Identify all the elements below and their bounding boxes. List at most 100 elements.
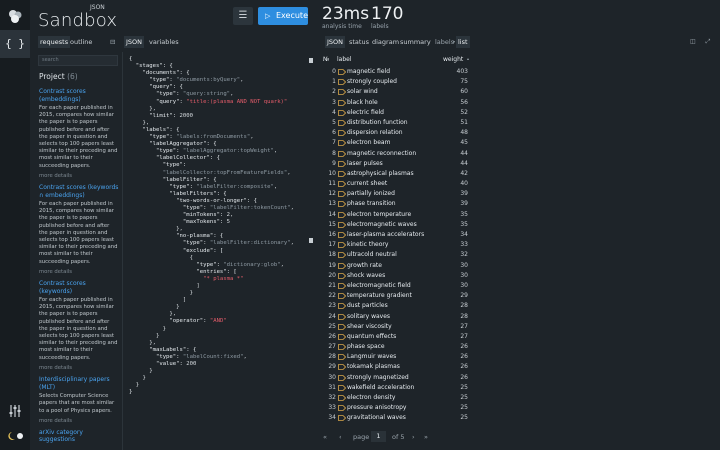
tag-icon (338, 313, 346, 320)
table-row[interactable]: 31 wakefield acceleration 25 (322, 383, 672, 393)
theme-toggle-icon[interactable] (7, 431, 25, 441)
row-number: 21 (328, 281, 336, 289)
table-row[interactable]: 10 astrophysical plasmas 42 (322, 169, 672, 179)
column-label[interactable]: label (337, 56, 352, 63)
execute-label: Execute (276, 11, 308, 20)
tab-diagram[interactable]: diagram (370, 36, 401, 48)
tab-status[interactable]: status (347, 36, 371, 48)
table-row[interactable]: 15 electromagnetic waves 35 (322, 220, 672, 230)
execute-button[interactable]: ▷ Execute (258, 7, 308, 25)
project-title[interactable]: Interdisciplinary papers (MLT) (39, 376, 119, 391)
project-list: Contrast scores (embeddings) For each pa… (39, 88, 119, 447)
table-row[interactable]: 24 solitary waves 28 (322, 312, 672, 322)
table-row[interactable]: 4 electric field 52 (322, 108, 672, 118)
table-row[interactable]: 18 ultracold neutral 32 (322, 250, 672, 260)
tab-summary[interactable]: summary (398, 36, 433, 48)
column-weight[interactable]: weight (443, 56, 463, 63)
tag-icon (338, 211, 346, 218)
table-row[interactable]: 23 dust particles 28 (322, 301, 672, 311)
table-row[interactable]: 32 electron density 25 (322, 393, 672, 403)
code-braces-icon[interactable]: { } (0, 30, 30, 58)
search-input[interactable]: search (38, 55, 118, 66)
tag-icon (338, 170, 346, 177)
row-number: 30 (328, 373, 336, 381)
table-row[interactable]: 19 growth rate 30 (322, 261, 672, 271)
table-row[interactable]: 2 solar wind 60 (322, 87, 672, 97)
table-row[interactable]: 20 shock waves 30 (322, 271, 672, 281)
page-input[interactable]: 1 (371, 431, 386, 442)
fullscreen-icon[interactable]: ⤢ (706, 38, 711, 45)
row-weight: 33 (460, 241, 468, 249)
table-row[interactable]: 13 phase transition 39 (322, 199, 672, 209)
tab-json[interactable]: JSON (124, 36, 145, 48)
table-row[interactable]: 6 dispersion relation 48 (322, 128, 672, 138)
row-weight: 28 (460, 302, 468, 310)
table-row[interactable]: 7 electron beam 45 (322, 138, 672, 148)
tab-requests[interactable]: requests (38, 36, 71, 48)
stat-analysis-time: 23ms analysis time (322, 4, 369, 30)
tag-icon (338, 293, 346, 300)
row-weight: 25 (460, 414, 468, 422)
row-label: electromagnetic waves (347, 220, 417, 228)
save-icon[interactable]: ◫ (690, 38, 696, 45)
more-details-link[interactable]: more details (39, 173, 119, 180)
project-title[interactable]: Contrast scores (keywords) (39, 280, 119, 295)
next-page-icon[interactable]: › (412, 431, 415, 443)
project-description: For each paper published in 2015, compar… (39, 105, 118, 169)
row-label: strongly coupled (347, 78, 397, 86)
prev-page-icon[interactable]: ‹ (339, 431, 342, 443)
row-number: 26 (328, 332, 336, 340)
row-number: 23 (328, 302, 336, 310)
table-row[interactable]: 11 current sheet 40 (322, 179, 672, 189)
project-item: Interdisciplinary papers (MLT) Selects C… (39, 376, 119, 425)
row-label: electron temperature (347, 210, 412, 218)
more-details-link[interactable]: more details (39, 365, 119, 372)
project-title[interactable]: arXiv category suggestions (39, 429, 119, 444)
table-row[interactable]: 1 strongly coupled 75 (322, 77, 672, 87)
table-row[interactable]: 0 magnetic field 403 (322, 67, 672, 77)
table-row[interactable]: 12 partially ionized 39 (322, 189, 672, 199)
tab-outline[interactable]: outline (68, 36, 94, 48)
table-row[interactable]: 17 kinetic theory 33 (322, 240, 672, 250)
table-row[interactable]: 28 Langmuir waves 26 (322, 352, 672, 362)
row-weight: 26 (460, 373, 468, 381)
more-details-link[interactable]: more details (39, 269, 119, 276)
project-description: For each paper published in 2015, compar… (39, 201, 118, 265)
table-row[interactable]: 3 black hole 56 (322, 98, 672, 108)
table-row[interactable]: 22 temperature gradient 29 (322, 291, 672, 301)
row-weight: 45 (460, 139, 468, 147)
table-row[interactable]: 8 magnetic reconnection 44 (322, 149, 672, 159)
tag-icon (338, 201, 346, 208)
code-content[interactable]: { "stages": { "documents": { "type": "do… (129, 56, 294, 397)
table-row[interactable]: 27 phase space 26 (322, 342, 672, 352)
row-label: laser-plasma accelerators (347, 231, 425, 238)
tab-variables[interactable]: variables (147, 36, 181, 48)
tag-icon (338, 130, 346, 137)
project-title[interactable]: Contrast scores (keywords ∩ embeddings) (39, 184, 119, 199)
table-row[interactable]: 5 distribution function 51 (322, 118, 672, 128)
table-row[interactable]: 30 strongly magnetized 26 (322, 373, 672, 383)
first-page-icon[interactable]: « (323, 431, 327, 443)
row-number: 24 (328, 312, 336, 320)
sliders-icon[interactable] (8, 404, 22, 418)
table-row[interactable]: 16 laser-plasma accelerators 34 (322, 230, 672, 240)
tag-icon (338, 252, 346, 259)
collapse-icon[interactable]: ⊟ (108, 36, 117, 48)
table-row[interactable]: 26 quantum effects 27 (322, 332, 672, 342)
tab-list[interactable]: list (456, 36, 470, 48)
last-page-icon[interactable]: » (424, 431, 428, 443)
tag-icon (338, 140, 346, 147)
tab-result-json[interactable]: JSON (325, 36, 346, 48)
more-details-link[interactable]: more details (39, 418, 119, 425)
table-row[interactable]: 34 gravitational waves 25 (322, 413, 672, 423)
table-row[interactable]: 33 pressure anisotropy 25 (322, 403, 672, 413)
list-button[interactable]: ☰ (233, 7, 253, 25)
table-row[interactable]: 14 electron temperature 35 (322, 210, 672, 220)
table-row[interactable]: 25 shear viscosity 27 (322, 322, 672, 332)
row-number: 1 (332, 78, 336, 86)
project-title[interactable]: Contrast scores (embeddings) (39, 88, 119, 103)
table-row[interactable]: 9 laser pulses 44 (322, 159, 672, 169)
table-row[interactable]: 21 electromagnetic field 30 (322, 281, 672, 291)
table-row[interactable]: 29 tokamak plasmas 26 (322, 362, 672, 372)
project-item: arXiv category suggestions (39, 429, 119, 444)
